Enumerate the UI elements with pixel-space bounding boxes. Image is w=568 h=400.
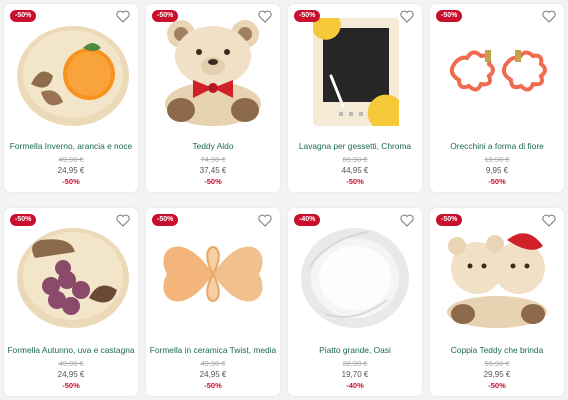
product-name[interactable]: Piatto grande, Oasi (288, 345, 422, 355)
product-image-coppia-teddy[interactable] (437, 218, 557, 330)
product-name[interactable]: Coppia Teddy che brinda (430, 345, 564, 355)
old-price: 74,90 € (200, 155, 226, 164)
discount-badge: -50% (152, 214, 179, 226)
heart-icon[interactable] (116, 10, 130, 23)
current-price: 9,95 € (485, 166, 509, 175)
current-price: 24,95 € (57, 370, 85, 379)
discount-label: -50% (62, 177, 80, 186)
discount-label: -50% (204, 177, 222, 186)
discount-label: -50% (62, 381, 80, 390)
discount-badge: -50% (294, 10, 321, 22)
discount-badge: -50% (436, 214, 463, 226)
heart-icon[interactable] (258, 10, 272, 23)
product-name[interactable]: Formella Inverno, arancia e noce (4, 141, 138, 151)
product-card[interactable]: -50% Formella Inverno, arancia e noce 49… (4, 4, 138, 192)
current-price: 29,95 € (483, 370, 511, 379)
product-card[interactable]: -50% Formella Autunno, uva e castagna 49… (4, 208, 138, 396)
old-price: 32,90 € (342, 359, 368, 368)
discount-badge: -50% (436, 10, 463, 22)
discount-label: -40% (346, 381, 364, 390)
product-card[interactable]: -50% Lavagna per gessetti, Chroma 89,90 … (288, 4, 422, 192)
product-card[interactable]: -50% Formella in ceramica Twist, media 4… (146, 208, 280, 396)
old-price: 19,90 € (484, 155, 510, 164)
discount-label: -50% (204, 381, 222, 390)
current-price: 24,95 € (199, 370, 227, 379)
old-price: 59,90 € (484, 359, 510, 368)
discount-label: -50% (346, 177, 364, 186)
discount-label: -50% (488, 381, 506, 390)
product-image-orecchini[interactable] (437, 14, 557, 126)
old-price: 49,90 € (58, 155, 84, 164)
current-price: 37,45 € (199, 166, 227, 175)
product-grid: -50% Formella Inverno, arancia e noce 49… (0, 0, 568, 400)
product-name[interactable]: Teddy Aldo (146, 141, 280, 151)
current-price: 24,95 € (57, 166, 85, 175)
product-card[interactable]: -40% Piatto grande, Oasi 32,90 € 19,70 €… (288, 208, 422, 396)
product-image-formella-twist[interactable] (153, 218, 273, 330)
discount-badge: -50% (152, 10, 179, 22)
product-card[interactable]: -50% Teddy Aldo 74,90 € 37,45 € -50% (146, 4, 280, 192)
product-image-teddy-aldo[interactable] (153, 14, 273, 126)
product-name[interactable]: Formella Autunno, uva e castagna (4, 345, 138, 355)
current-price: 44,95 € (341, 166, 369, 175)
product-image-formella-autunno[interactable] (11, 218, 131, 330)
heart-icon[interactable] (400, 10, 414, 23)
heart-icon[interactable] (116, 214, 130, 227)
current-price: 19,70 € (341, 370, 369, 379)
heart-icon[interactable] (542, 10, 556, 23)
product-image-formella-inverno[interactable] (11, 14, 131, 126)
old-price: 89,90 € (342, 155, 368, 164)
discount-label: -50% (488, 177, 506, 186)
product-image-lavagna[interactable] (295, 14, 415, 126)
heart-icon[interactable] (400, 214, 414, 227)
discount-badge: -40% (294, 214, 321, 226)
product-image-piatto-oasi[interactable] (295, 218, 415, 330)
discount-badge: -50% (10, 214, 37, 226)
heart-icon[interactable] (258, 214, 272, 227)
discount-badge: -50% (10, 10, 37, 22)
product-card[interactable]: -50% Coppia Teddy che brinda 59,90 € 29,… (430, 208, 564, 396)
heart-icon[interactable] (542, 214, 556, 227)
old-price: 49,90 € (200, 359, 226, 368)
product-name[interactable]: Orecchini a forma di fiore (430, 141, 564, 151)
old-price: 49,90 € (58, 359, 84, 368)
product-name[interactable]: Formella in ceramica Twist, media (146, 345, 280, 355)
product-card[interactable]: -50% Orecchini a forma di fiore 19,90 € … (430, 4, 564, 192)
product-name[interactable]: Lavagna per gessetti, Chroma (288, 141, 422, 151)
